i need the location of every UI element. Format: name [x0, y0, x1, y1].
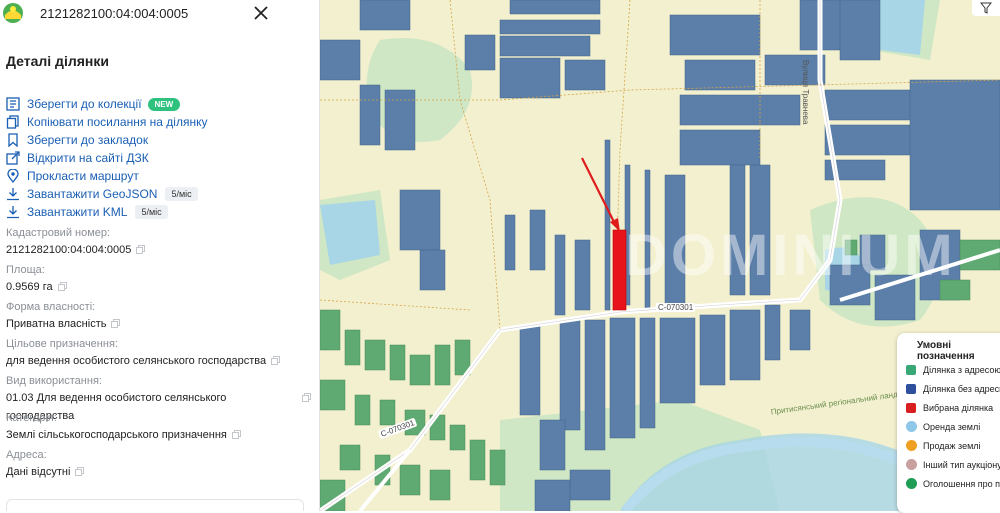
- rent-icon: [906, 421, 917, 432]
- parcel-with-address-swatch: [906, 364, 916, 375]
- field-label: Вид використання:: [6, 375, 102, 387]
- filter-button[interactable]: [972, 0, 1000, 16]
- bookmark-button[interactable]: Зберегти до закладок: [6, 131, 207, 149]
- legend-item: Оголошення про п: [906, 474, 1000, 493]
- collection-icon: [6, 97, 20, 111]
- announcement-icon: [906, 478, 917, 489]
- field-value: 2121282100:04:004:0005: [6, 244, 132, 256]
- legend-label: Вибрана ділянка: [923, 402, 994, 413]
- copy-icon[interactable]: [57, 282, 67, 291]
- details-panel: 2121282100:04:004:0005 Деталі ділянки Зб…: [0, 0, 320, 511]
- save-to-collection-button[interactable]: Зберегти до колекції NEW: [6, 95, 207, 113]
- route-button[interactable]: Прокласти маршрут: [6, 167, 207, 185]
- action-label: Відкрити на сайті ДЗК: [27, 151, 149, 165]
- bookmark-icon: [8, 133, 18, 147]
- field-label: Адреса:: [6, 449, 47, 461]
- action-label: Копіювати посилання на ділянку: [27, 115, 208, 129]
- field-label: Площа:: [6, 264, 45, 276]
- purpose-field: Цільове призначення: для ведення особист…: [6, 337, 311, 374]
- external-link-icon: [6, 151, 20, 165]
- road-label: С-070301: [656, 303, 696, 312]
- legend-item: Вибрана ділянка: [906, 398, 1000, 417]
- close-icon[interactable]: [251, 3, 271, 23]
- app-logo-icon: [3, 3, 23, 23]
- action-label: Зберегти до закладок: [27, 133, 149, 147]
- legend-label: Ділянка без адреси: [923, 383, 1000, 394]
- download-icon: [7, 188, 19, 201]
- field-value: Дані відсутні: [6, 466, 71, 478]
- action-label: Завантажити KML: [27, 205, 128, 219]
- address-field: Адреса: Дані відсутні: [6, 448, 311, 485]
- download-geojson-button[interactable]: Завантажити GeoJSON 5/міс: [6, 185, 207, 203]
- auction-icon: [906, 459, 917, 470]
- street-label: Вулиця Травнева: [801, 60, 810, 125]
- copy-icon[interactable]: [271, 356, 281, 365]
- limit-badge: 5/міс: [135, 205, 168, 219]
- selected-parcel-swatch: [906, 402, 916, 413]
- limit-badge: 5/міс: [165, 187, 198, 201]
- legend-item: Ділянка з адресою: [906, 360, 1000, 379]
- copy-icon[interactable]: [75, 467, 85, 476]
- open-dzk-button[interactable]: Відкрити на сайті ДЗК: [6, 149, 207, 167]
- legend-item: Ділянка без адреси: [906, 379, 1000, 398]
- download-kml-button[interactable]: Завантажити KML 5/міс: [6, 203, 207, 221]
- actions-list: Зберегти до колекції NEW Копіювати посил…: [6, 95, 207, 221]
- pointer-arrow: [581, 157, 620, 232]
- area-field: Площа: 0.9569 га: [6, 263, 311, 300]
- download-icon: [7, 206, 19, 219]
- legend-item: Інший тип аукціону: [906, 455, 1000, 474]
- sale-icon: [906, 440, 917, 451]
- legend-item: Оренда землі: [906, 417, 1000, 436]
- legend-label: Ділянка з адресою: [923, 364, 1000, 375]
- legend-label: Продаж землі: [923, 440, 981, 451]
- copy-icon[interactable]: [302, 393, 311, 402]
- panel-title: Деталі ділянки: [6, 53, 109, 69]
- field-label: Кадастровий номер:: [6, 227, 111, 239]
- copy-icon[interactable]: [111, 319, 121, 328]
- location-pin-icon: [7, 169, 19, 183]
- ownership-field: Форма власності: Приватна власність: [6, 300, 311, 337]
- copy-icon[interactable]: [136, 245, 146, 254]
- field-label: Цільове призначення:: [6, 338, 118, 350]
- field-value: Землі сільськогосподарського призначення: [6, 429, 227, 441]
- bottom-card: [6, 499, 304, 511]
- field-value: Приватна власність: [6, 318, 107, 330]
- selected-parcel[interactable]: [612, 229, 627, 311]
- search-input[interactable]: 2121282100:04:004:0005: [40, 6, 188, 21]
- field-value: 0.9569 га: [6, 281, 53, 293]
- parcel-fields: Кадастровий номер: 2121282100:04:004:000…: [6, 226, 311, 485]
- action-label: Завантажити GeoJSON: [27, 187, 158, 201]
- legend-label: Оренда землі: [923, 421, 981, 432]
- filter-icon: [980, 2, 992, 14]
- legend-title: Умовні позначення: [917, 340, 975, 362]
- field-value: для ведення особистого селянського госпо…: [6, 355, 267, 367]
- action-label: Зберегти до колекції: [27, 97, 142, 111]
- map-legend: Умовні позначення Ділянка з адресою Діля…: [897, 333, 1000, 513]
- copy-icon[interactable]: [231, 430, 241, 439]
- legend-label: Оголошення про п: [923, 478, 1000, 489]
- action-label: Прокласти маршрут: [27, 169, 139, 183]
- parcel-without-address-swatch: [906, 383, 916, 394]
- search-bar[interactable]: 2121282100:04:004:0005: [0, 0, 280, 26]
- copy-link-button[interactable]: Копіювати посилання на ділянку: [6, 113, 207, 131]
- usage-field: Вид використання: 01.03 Для ведення особ…: [6, 374, 311, 422]
- field-label: Форма власності:: [6, 301, 96, 313]
- copy-link-icon: [6, 115, 19, 129]
- legend-item: Продаж землі: [906, 436, 1000, 455]
- cadastral-number-field: Кадастровий номер: 2121282100:04:004:000…: [6, 226, 311, 263]
- new-badge: NEW: [147, 97, 181, 111]
- legend-label: Інший тип аукціону: [923, 459, 1000, 470]
